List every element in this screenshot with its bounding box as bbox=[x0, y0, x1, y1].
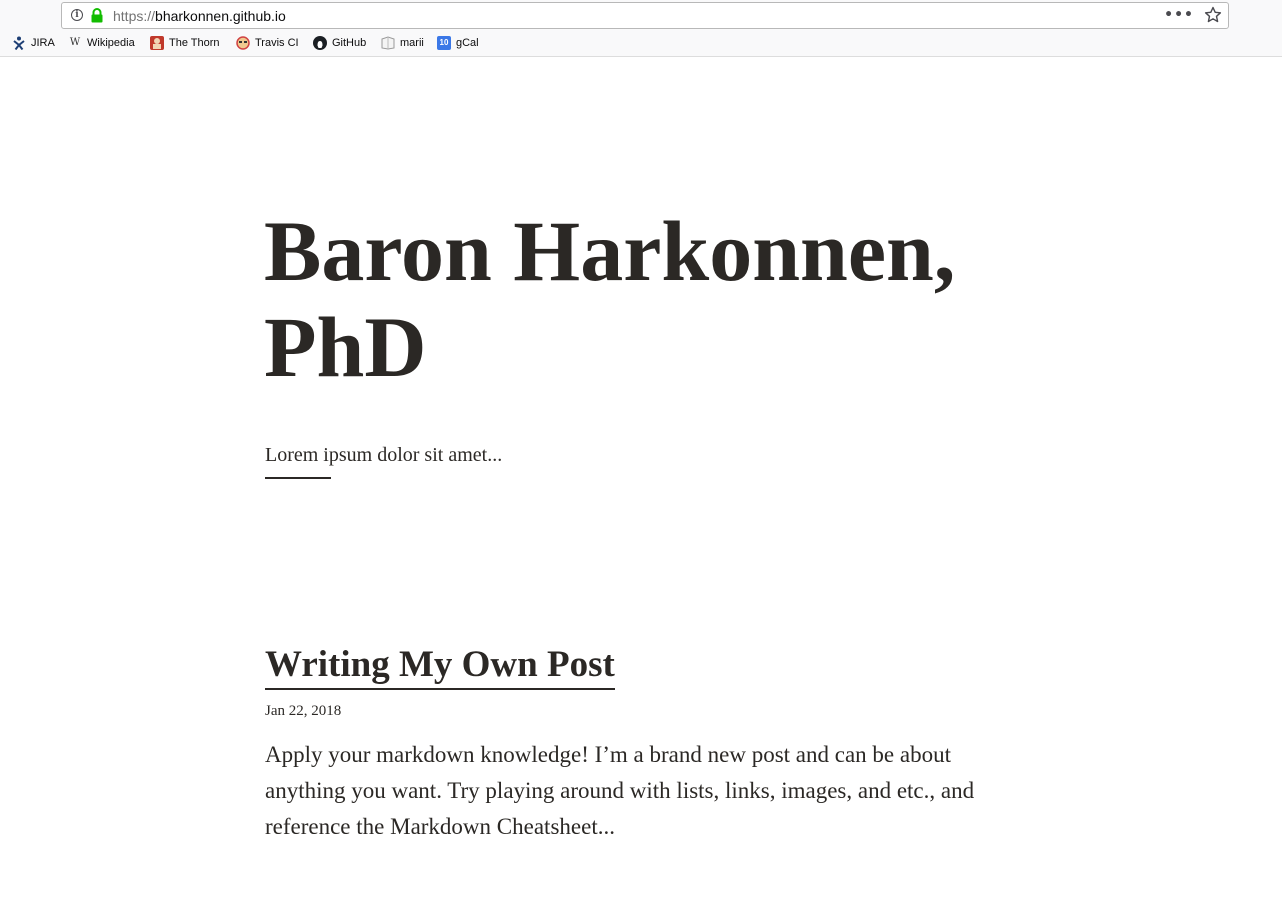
bookmark-label: Wikipedia bbox=[87, 37, 135, 49]
tagline-divider bbox=[265, 477, 331, 479]
bookmark-the-thorn[interactable]: The Thorn bbox=[150, 35, 220, 51]
bookmark-label: marii bbox=[400, 37, 424, 49]
page-content: Baron Harkonnen, PhD Lorem ipsum dolor s… bbox=[0, 57, 1282, 910]
bookmark-label: Travis CI bbox=[255, 37, 299, 49]
url-host: bharkonnen.github.io bbox=[155, 8, 286, 24]
bookmark-travis-ci[interactable]: Travis CI bbox=[236, 35, 299, 51]
bookmark-label: gCal bbox=[456, 37, 479, 49]
url-scheme: https:// bbox=[113, 8, 156, 24]
bookmark-star-icon[interactable] bbox=[1204, 6, 1222, 24]
bookmark-jira[interactable]: JIRA bbox=[12, 35, 55, 51]
page-actions-icon[interactable]: ••• bbox=[1164, 5, 1194, 25]
lock-icon[interactable] bbox=[90, 8, 104, 23]
browser-toolbar: i https://bharkonnen.github.io ••• JIRA … bbox=[0, 0, 1282, 57]
post-excerpt: Apply your markdown knowledge! I’m a bra… bbox=[265, 742, 975, 839]
github-icon bbox=[313, 36, 327, 50]
bookmark-marii[interactable]: marii bbox=[381, 35, 424, 51]
bookmark-label: JIRA bbox=[31, 37, 55, 49]
site-tagline: Lorem ipsum dolor sit amet... bbox=[265, 444, 503, 466]
gcal-icon: 10 bbox=[437, 36, 451, 50]
site-title[interactable]: Baron Harkonnen, PhD bbox=[264, 203, 1084, 395]
url-bar[interactable]: i https://bharkonnen.github.io ••• bbox=[61, 2, 1229, 29]
bookmark-label: GitHub bbox=[332, 37, 367, 49]
travis-ci-icon bbox=[236, 36, 250, 50]
marii-icon bbox=[381, 36, 395, 50]
bookmarks-bar: JIRA W Wikipedia The Thorn Travis CI Git… bbox=[0, 32, 1282, 54]
bookmark-gcal[interactable]: 10 gCal bbox=[437, 35, 479, 51]
post-title-link[interactable]: Writing My Own Post bbox=[265, 643, 615, 690]
url-text[interactable]: https://bharkonnen.github.io bbox=[113, 9, 286, 24]
post-date: Jan 22, 2018 bbox=[265, 703, 342, 719]
jira-icon bbox=[13, 36, 25, 50]
site-info-icon[interactable]: i bbox=[71, 9, 83, 21]
bookmark-github[interactable]: GitHub bbox=[313, 35, 366, 51]
the-thorn-icon bbox=[150, 36, 164, 50]
bookmark-wikipedia[interactable]: W Wikipedia bbox=[68, 35, 135, 51]
bookmark-label: The Thorn bbox=[169, 37, 220, 49]
wikipedia-icon: W bbox=[69, 37, 81, 48]
